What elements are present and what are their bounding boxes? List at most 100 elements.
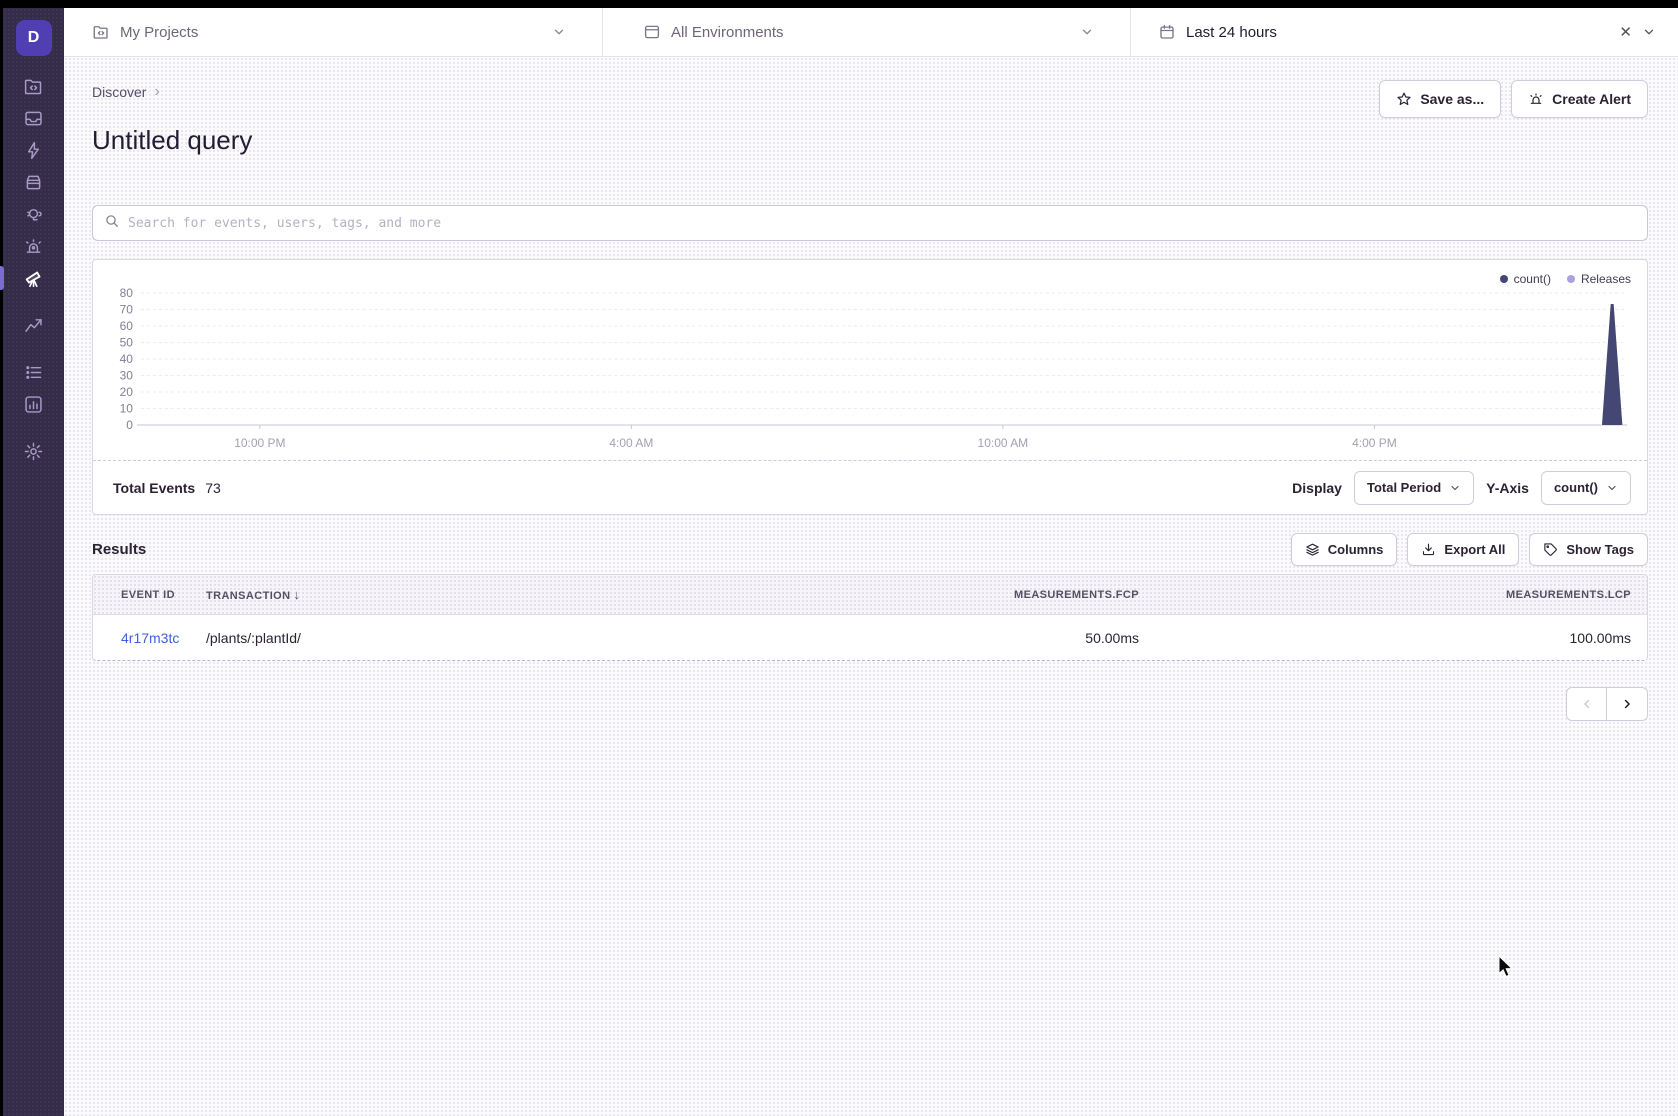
sidebar-item-issues[interactable]	[3, 102, 64, 134]
chevron-down-icon	[1080, 25, 1094, 39]
environment-selector[interactable]: All Environments	[602, 8, 1130, 56]
chevron-left-icon	[1580, 697, 1594, 711]
project-selector[interactable]: My Projects	[64, 8, 602, 56]
display-select[interactable]: Total Period	[1354, 471, 1474, 505]
next-page-button[interactable]	[1607, 687, 1648, 721]
svg-text:80: 80	[120, 286, 134, 300]
sort-desc-icon: ↓	[293, 587, 300, 602]
events-chart-panel: count() Releases 0102030405060708010:00 …	[92, 259, 1648, 515]
performance-icon	[23, 140, 44, 161]
environment-selector-label: All Environments	[671, 24, 784, 41]
save-as-button[interactable]: Save as...	[1379, 80, 1501, 118]
mouse-cursor	[1498, 955, 1515, 984]
activity-list-icon	[23, 362, 44, 383]
display-label: Display	[1292, 480, 1342, 496]
settings-gear-icon	[23, 441, 44, 462]
project-selector-label: My Projects	[120, 24, 198, 41]
search-icon	[104, 213, 120, 234]
sidebar-item-dashboards[interactable]	[3, 309, 64, 341]
issues-icon	[23, 108, 44, 129]
export-all-button[interactable]: Export All	[1407, 533, 1519, 566]
column-header-measurements-lcp[interactable]: MEASUREMENTS.LCP	[1155, 589, 1647, 601]
layers-icon	[1305, 542, 1320, 557]
sidebar-item-projects[interactable]	[3, 70, 64, 102]
svg-text:4:00 AM: 4:00 AM	[609, 436, 653, 450]
sidebar-item-stats[interactable]	[3, 388, 64, 420]
siren-icon	[1528, 91, 1544, 107]
tag-icon	[1543, 542, 1558, 557]
star-icon	[1396, 91, 1412, 107]
user-feedback-icon	[23, 204, 44, 225]
projects-folder-icon	[92, 23, 110, 41]
count-series-dot-icon	[1500, 275, 1508, 283]
column-header-event-id[interactable]: EVENT ID	[93, 589, 206, 601]
dashboards-icon	[23, 315, 44, 336]
results-table: EVENT ID TRANSACTION↓ MEASUREMENTS.FCP M…	[92, 574, 1648, 661]
svg-text:30: 30	[120, 368, 134, 382]
calendar-icon	[1158, 23, 1176, 41]
svg-text:60: 60	[120, 319, 134, 333]
legend-item-count[interactable]: count()	[1500, 272, 1551, 286]
sidebar-item-performance[interactable]	[3, 134, 64, 166]
breadcrumb-discover[interactable]: Discover	[92, 84, 146, 100]
stats-icon	[23, 394, 44, 415]
results-heading: Results	[92, 541, 146, 558]
table-row: 4r17m3tc /plants/:plantId/ 50.00ms 100.0…	[93, 615, 1647, 660]
breadcrumb-chevron-icon: ›	[154, 83, 159, 101]
chevron-right-icon	[1620, 697, 1634, 711]
date-range-label: Last 24 hours	[1186, 24, 1277, 41]
svg-text:10:00 AM: 10:00 AM	[978, 436, 1029, 450]
window-icon	[643, 23, 661, 41]
columns-button[interactable]: Columns	[1291, 533, 1398, 566]
sidebar-item-alerts[interactable]	[3, 230, 64, 262]
sidebar-item-settings[interactable]	[3, 435, 64, 467]
search-input[interactable]	[128, 216, 1636, 231]
chevron-down-icon	[1606, 482, 1618, 494]
event-id-link[interactable]: 4r17m3tc	[121, 630, 179, 646]
releases-icon	[23, 172, 44, 193]
lcp-cell: 100.00ms	[1155, 630, 1647, 646]
date-range-selector[interactable]: Last 24 hours ✕	[1130, 8, 1678, 56]
column-header-measurements-fcp[interactable]: MEASUREMENTS.FCP	[685, 589, 1155, 601]
svg-text:50: 50	[120, 335, 134, 349]
column-header-transaction[interactable]: TRANSACTION↓	[206, 587, 685, 602]
org-avatar[interactable]: D	[16, 20, 52, 56]
create-alert-button[interactable]: Create Alert	[1511, 80, 1648, 118]
y-axis-select[interactable]: count()	[1541, 471, 1631, 505]
sidebar: D	[0, 8, 64, 1116]
fcp-cell: 50.00ms	[685, 630, 1155, 646]
releases-series-dot-icon	[1567, 275, 1575, 283]
total-events: Total Events73	[113, 480, 221, 496]
window-top-strip	[0, 0, 1678, 8]
svg-text:10: 10	[120, 401, 134, 415]
projects-icon	[23, 76, 44, 97]
discover-page: Discover › Save as... Create Alert Un	[64, 57, 1678, 1116]
total-events-value: 73	[205, 480, 221, 496]
chevron-down-icon	[552, 25, 566, 39]
svg-text:20: 20	[120, 385, 134, 399]
svg-text:0: 0	[126, 418, 133, 432]
global-header: My Projects All Environments	[64, 8, 1678, 57]
alerts-icon	[23, 236, 44, 257]
svg-text:70: 70	[120, 302, 134, 316]
sidebar-item-activity[interactable]	[3, 356, 64, 388]
download-icon	[1421, 542, 1436, 557]
sidebar-item-releases[interactable]	[3, 166, 64, 198]
svg-text:10:00 PM: 10:00 PM	[234, 436, 285, 450]
show-tags-button[interactable]: Show Tags	[1529, 533, 1648, 566]
chevron-down-icon	[1449, 482, 1461, 494]
y-axis-label: Y-Axis	[1486, 480, 1529, 496]
legend-item-releases[interactable]: Releases	[1567, 272, 1631, 286]
previous-page-button	[1566, 687, 1607, 721]
chevron-down-icon	[1642, 25, 1656, 39]
transaction-cell: /plants/:plantId/	[206, 630, 685, 646]
pagination	[92, 687, 1648, 721]
events-over-time-chart[interactable]: 0102030405060708010:00 PM4:00 AM10:00 AM…	[93, 260, 1647, 462]
sidebar-item-user-feedback[interactable]	[3, 198, 64, 230]
discover-telescope-icon	[23, 267, 45, 289]
clear-date-icon[interactable]: ✕	[1619, 23, 1632, 41]
sidebar-item-discover[interactable]	[3, 262, 64, 294]
chart-legend: count() Releases	[1500, 272, 1631, 286]
search-bar	[92, 205, 1648, 241]
chart-footer: Total Events73 Display Total Period Y-Ax…	[93, 460, 1647, 514]
